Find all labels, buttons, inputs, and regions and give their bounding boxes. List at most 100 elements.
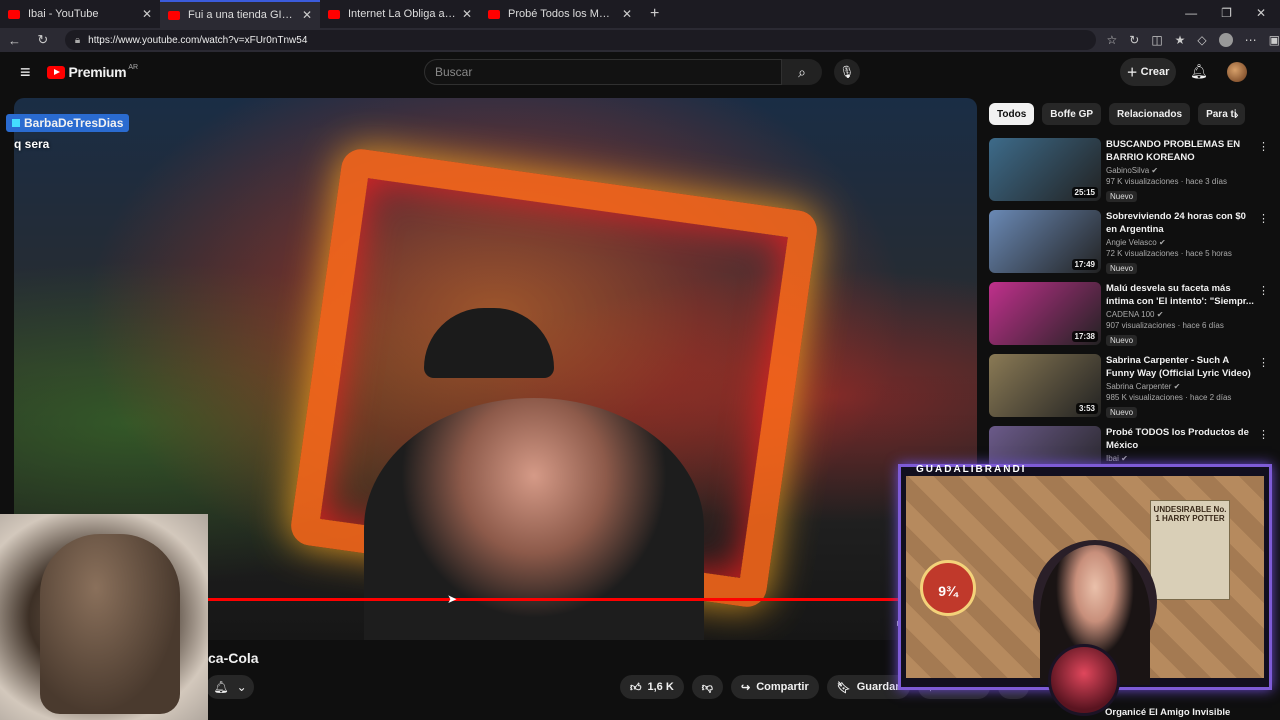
channel-name[interactable]: Sabrina Carpenter ✔ xyxy=(1106,382,1254,391)
close-tab-icon[interactable]: ✕ xyxy=(142,7,152,21)
new-badge: Nuevo xyxy=(1106,407,1138,418)
video-duration: 17:49 xyxy=(1071,259,1098,270)
channel-name-text: Angie Velasco xyxy=(1106,238,1157,247)
channel-name-text: CADENA 100 xyxy=(1106,310,1155,319)
url-text: https://www.youtube.com/watch?v=xFUr0nTn… xyxy=(88,34,308,46)
search-input[interactable]: Buscar xyxy=(424,59,782,85)
recommendation-title[interactable]: Sobreviviendo 24 horas con $0 en Argenti… xyxy=(1106,210,1254,236)
recommendation-title[interactable]: Probé TODOS los Productos de México xyxy=(1106,426,1254,452)
video-duration: 25:15 xyxy=(1071,187,1098,198)
recommendation-item[interactable]: 25:15 BUSCANDO PROBLEMAS EN BARRIO KOREAN… xyxy=(989,138,1269,204)
youtube-favicon-icon xyxy=(328,9,340,19)
browser-tab[interactable]: Probé Todos los Menús de $1 de C ✕ xyxy=(480,0,640,28)
youtube-logo[interactable]: Premium AR xyxy=(46,64,138,80)
brand-text: Premium xyxy=(68,64,127,80)
split-icon[interactable]: ◫ xyxy=(1151,33,1162,47)
more-vert-icon[interactable]: ⋮ xyxy=(1258,140,1269,153)
share-button[interactable]: ↪ Compartir xyxy=(730,675,819,699)
video-duration: 17:38 xyxy=(1071,331,1098,342)
close-window-icon[interactable]: ✕ xyxy=(1256,6,1266,20)
notifications-icon[interactable]: 🔔︎ xyxy=(1190,63,1208,80)
close-tab-icon[interactable]: ✕ xyxy=(622,7,632,21)
reload-icon[interactable]: ↻ xyxy=(37,32,58,48)
recommendation-title-partial[interactable]: Organicé El Amigo Invisible xyxy=(1105,707,1230,718)
search-button[interactable]: ⌕ xyxy=(782,59,822,85)
recommendation-title[interactable]: Sabrina Carpenter - Such A Funny Way (Of… xyxy=(1106,354,1254,380)
minimize-icon[interactable]: — xyxy=(1185,6,1197,20)
verified-icon: ✔ xyxy=(1158,238,1166,247)
create-label: Crear xyxy=(1140,66,1170,78)
window-controls: — ❐ ✕ xyxy=(1185,6,1266,20)
maximize-icon[interactable]: ❐ xyxy=(1221,6,1232,20)
chip-boffe-gp[interactable]: Boffe GP xyxy=(1042,103,1102,125)
chevron-right-icon[interactable]: › xyxy=(1234,106,1239,122)
recommendation-title[interactable]: Malú desvela su faceta más íntima con 'E… xyxy=(1106,282,1254,308)
channel-name[interactable]: Angie Velasco ✔ xyxy=(1106,238,1254,247)
like-button[interactable]: 👍︎ 1,6 K xyxy=(620,675,684,699)
channel-name[interactable]: GabinoSilva ✔ xyxy=(1106,166,1254,175)
subscription-bell-button[interactable]: 🔔︎ ⌄ xyxy=(206,675,254,699)
verified-icon: ✔ xyxy=(1156,310,1164,319)
bookmark-icon: 🔖︎ xyxy=(836,681,851,694)
browser-tab-bar: Ibai - YouTube ✕ Fui a una tienda GIGANTE… xyxy=(0,0,1280,28)
video-thumbnail[interactable]: 17:38 xyxy=(989,282,1101,345)
recommendation-item[interactable]: 17:49 Sobreviviendo 24 horas con $0 en Ar… xyxy=(989,210,1269,276)
save-label: Guardar xyxy=(856,681,900,693)
new-tab-icon[interactable]: + xyxy=(650,5,659,23)
like-count: 1,6 K xyxy=(647,681,674,693)
video-meta: 72 K visualizaciones · hace 5 horas xyxy=(1106,249,1232,258)
video-thumbnail[interactable]: 17:49 xyxy=(989,210,1101,273)
favorites-icon[interactable]: ★ xyxy=(1175,33,1186,47)
menu-icon[interactable]: ≡ xyxy=(20,62,31,83)
otter-image xyxy=(40,534,180,714)
video-meta: 985 K visualizaciones · hace 2 días xyxy=(1106,393,1232,402)
recommendation-info: Sobreviviendo 24 horas con $0 en Argenti… xyxy=(1106,210,1254,276)
new-badge: Nuevo xyxy=(1106,335,1138,346)
more-vert-icon[interactable]: ⋮ xyxy=(1258,284,1269,297)
chat-badge-icon xyxy=(12,119,20,127)
avatar[interactable] xyxy=(1227,62,1247,82)
close-tab-icon[interactable]: ✕ xyxy=(462,7,472,21)
recommendation-title[interactable]: BUSCANDO PROBLEMAS EN BARRIO KOREANO xyxy=(1106,138,1254,164)
profile-icon[interactable] xyxy=(1218,33,1233,47)
chip-todos[interactable]: Todos xyxy=(989,103,1035,125)
recommendation-item[interactable]: 17:38 Malú desvela su faceta más íntima c… xyxy=(989,282,1269,348)
bell-icon: 🔔︎ xyxy=(213,680,229,694)
share-label: Compartir xyxy=(756,681,809,693)
otter-camera-overlay xyxy=(0,514,208,720)
chip-relacionados[interactable]: Relacionados xyxy=(1109,103,1191,125)
more-icon[interactable]: ⋯ xyxy=(1245,33,1257,47)
dislike-button[interactable]: 👎︎ xyxy=(691,675,723,699)
recommendation-info: BUSCANDO PROBLEMAS EN BARRIO KOREANO Gabi… xyxy=(1106,138,1254,204)
mic-icon: 🎙︎ xyxy=(839,65,855,79)
url-field[interactable]: 🔒︎ https://www.youtube.com/watch?v=xFUr0n… xyxy=(64,30,1097,50)
more-vert-icon[interactable]: ⋮ xyxy=(1258,212,1269,225)
video-thumbnail[interactable]: 3:53 xyxy=(989,354,1101,417)
create-button[interactable]: ＋ Crear xyxy=(1120,58,1176,86)
video-thumbnail[interactable]: 25:15 xyxy=(989,138,1101,201)
tab-title: Internet La Obliga a Casarse - You xyxy=(348,8,456,20)
browser-tab[interactable]: Internet La Obliga a Casarse - You ✕ xyxy=(320,0,480,28)
voice-search-button[interactable]: 🎙︎ xyxy=(834,59,860,85)
verified-icon: ✔ xyxy=(1151,166,1159,175)
refresh-icon[interactable]: ↻ xyxy=(1129,33,1139,47)
browser-tab[interactable]: Ibai - YouTube ✕ xyxy=(0,0,160,28)
sidebar-icon[interactable]: ▣ xyxy=(1269,33,1280,47)
chat-username-badge: BarbaDeTresDias xyxy=(6,114,130,132)
recommendation-item[interactable]: 3:53 Sabrina Carpenter - Such A Funny Way… xyxy=(989,354,1269,420)
channel-name-text: Sabrina Carpenter xyxy=(1106,382,1172,391)
back-icon[interactable]: ← xyxy=(8,33,29,48)
browser-tab-active[interactable]: Fui a una tienda GIGANTE de Coca ✕ xyxy=(160,0,320,28)
more-vert-icon[interactable]: ⋮ xyxy=(1258,428,1269,441)
shield-icon[interactable]: ◇ xyxy=(1197,33,1206,47)
channel-name[interactable]: Ibai ✔ xyxy=(1106,454,1254,463)
channel-name[interactable]: CADENA 100 ✔ xyxy=(1106,310,1254,319)
close-tab-icon[interactable]: ✕ xyxy=(302,8,312,22)
favorite-icon[interactable]: ☆ xyxy=(1106,33,1117,47)
lock-icon: 🔒︎ xyxy=(74,34,81,46)
channel-name-text: GabinoSilva xyxy=(1106,166,1150,175)
more-vert-icon[interactable]: ⋮ xyxy=(1258,356,1269,369)
filter-chips: Todos Boffe GP Relacionados Para ti xyxy=(989,103,1245,125)
youtube-favicon-icon xyxy=(488,9,500,19)
address-bar-row: ← ↻ 🔒︎ https://www.youtube.com/watch?v=xF… xyxy=(0,28,1280,52)
